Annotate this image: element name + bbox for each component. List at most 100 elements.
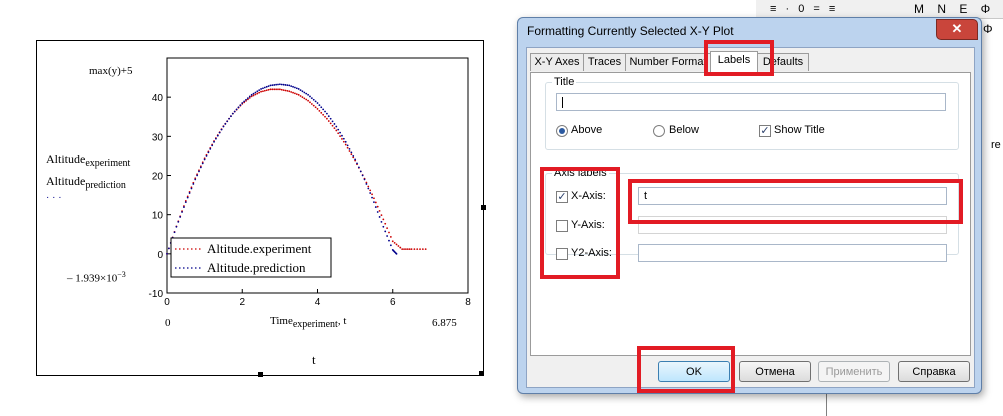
math-toolbar-symbols[interactable]: ≡ · 0 = ≡ — [770, 3, 838, 15]
data-point — [271, 88, 274, 91]
data-point — [416, 248, 419, 251]
data-point — [252, 92, 255, 95]
data-point — [373, 201, 375, 204]
data-point — [284, 84, 287, 86]
tab-number-format[interactable]: Number Format — [625, 53, 711, 71]
data-point — [310, 97, 313, 100]
data-point — [248, 95, 251, 98]
data-point — [341, 138, 343, 140]
y2-axis-checkbox[interactable] — [556, 248, 568, 260]
data-point — [269, 84, 272, 87]
data-point — [231, 112, 234, 115]
close-button[interactable]: ✕ — [936, 19, 978, 40]
data-point — [284, 89, 287, 92]
data-point — [369, 192, 372, 194]
data-point — [337, 128, 340, 131]
tab-x-y-axes[interactable]: X-Y Axes — [530, 53, 584, 71]
resize-handle-corner[interactable] — [479, 371, 484, 376]
above-radio[interactable] — [556, 125, 568, 137]
data-point — [277, 88, 279, 91]
xy-plot-region[interactable]: max(y)+5 Altitudeexperiment Altitudepred… — [36, 40, 486, 377]
data-point — [226, 120, 229, 123]
x-tick-label: 6 — [390, 297, 396, 308]
data-point — [230, 115, 232, 118]
data-point — [344, 140, 347, 143]
resize-handle-right[interactable] — [481, 205, 486, 210]
data-point — [292, 85, 294, 88]
data-point — [216, 134, 219, 137]
data-point — [395, 243, 398, 246]
data-point — [213, 140, 215, 143]
data-point — [288, 84, 291, 87]
data-point — [318, 109, 321, 112]
data-point — [207, 151, 210, 154]
phi-symbol[interactable]: Φ — [983, 22, 993, 36]
series-1 — [166, 83, 398, 255]
apply-button[interactable]: Применить — [818, 361, 890, 382]
data-point — [309, 95, 311, 98]
data-point — [357, 166, 360, 169]
help-button[interactable]: Справка — [898, 361, 970, 382]
data-point — [286, 90, 289, 92]
data-point — [254, 91, 257, 94]
data-point — [365, 183, 368, 185]
x-tick-label: 8 — [465, 297, 471, 308]
x-axis-checkbox[interactable]: ✓ — [556, 191, 568, 203]
tab-defaults[interactable]: Defaults — [757, 53, 809, 71]
show-title-label[interactable]: Show Title — [774, 124, 825, 136]
show-title-checkbox[interactable]: ✓ — [759, 125, 771, 137]
y2-axis-input[interactable] — [638, 244, 947, 262]
data-point — [299, 95, 302, 97]
data-point — [333, 123, 336, 125]
greek-toolbar-symbols[interactable]: M N E Φ — [914, 2, 995, 16]
data-point — [256, 92, 259, 95]
data-point — [278, 88, 281, 91]
data-point — [326, 112, 328, 115]
tab-traces[interactable]: Traces — [583, 53, 626, 71]
data-point — [337, 132, 340, 135]
data-point — [350, 153, 353, 156]
data-point — [391, 240, 394, 243]
cancel-button[interactable]: Отмена — [739, 361, 811, 382]
data-point — [386, 235, 389, 237]
data-point — [269, 88, 272, 91]
x-tick-label: 2 — [239, 297, 245, 308]
data-point — [384, 230, 387, 233]
tab-labels[interactable]: Labels — [710, 51, 758, 72]
data-point — [294, 86, 296, 89]
data-point — [354, 158, 357, 161]
below-radio[interactable] — [653, 125, 665, 137]
y2-axis-label[interactable]: Y2-Axis: — [571, 247, 612, 259]
data-point — [305, 98, 308, 101]
data-point — [320, 111, 323, 114]
data-point — [369, 189, 372, 192]
resize-handle-bottom[interactable] — [258, 372, 263, 377]
data-point — [405, 248, 407, 251]
y-axis-label[interactable]: Y-Axis: — [571, 219, 605, 231]
data-point — [271, 84, 274, 87]
ok-button[interactable]: OK — [658, 361, 730, 382]
side-text-fragment: re — [991, 139, 1001, 151]
below-label[interactable]: Below — [669, 124, 699, 136]
data-point — [307, 99, 309, 102]
data-point — [267, 85, 270, 88]
data-point — [239, 104, 242, 107]
title-input[interactable] — [556, 93, 946, 111]
y-axis-checkbox[interactable] — [556, 220, 568, 232]
legend-label: Altitude.prediction — [207, 260, 306, 275]
x-axis-label[interactable]: X-Axis: — [571, 190, 606, 202]
above-label[interactable]: Above — [571, 124, 602, 136]
data-point — [218, 131, 221, 134]
data-point — [373, 197, 375, 200]
data-point — [192, 183, 195, 185]
data-point — [278, 83, 281, 86]
data-point — [282, 83, 285, 86]
data-point — [310, 103, 313, 105]
x-axis-input[interactable]: t — [638, 187, 947, 205]
data-point — [184, 201, 187, 204]
data-point — [301, 90, 304, 93]
y-axis-input[interactable] — [638, 216, 947, 234]
data-point — [333, 127, 336, 130]
data-point — [186, 196, 189, 199]
data-point — [280, 88, 283, 91]
